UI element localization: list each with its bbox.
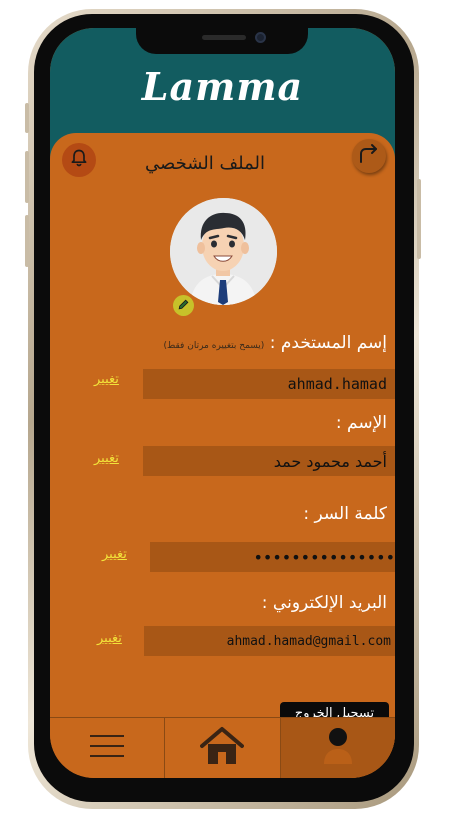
notch	[136, 28, 308, 54]
name-field: أحمد محمود حمد	[143, 446, 395, 476]
home-icon	[200, 726, 245, 770]
password-field: •••••••••••••••	[150, 542, 395, 572]
nav-home[interactable]	[164, 718, 279, 778]
bottom-nav	[50, 717, 395, 778]
email-field: ahmad.hamad@gmail.com	[144, 626, 395, 656]
change-username-link[interactable]: تغيير	[94, 372, 119, 387]
bell-icon	[69, 148, 89, 172]
change-name-link[interactable]: تغيير	[94, 451, 119, 466]
page-title: الملف الشخصي	[145, 153, 265, 174]
nav-menu[interactable]	[50, 718, 164, 778]
username-field: ahmad.hamad	[143, 369, 395, 399]
front-camera	[255, 32, 266, 43]
password-label: كلمة السر :	[303, 504, 387, 524]
exit-arrow-icon	[357, 142, 381, 170]
app-logo: Lamma	[141, 64, 304, 109]
change-email-link[interactable]: تغيير	[97, 631, 122, 646]
mute-switch	[25, 103, 29, 133]
power-button	[417, 179, 421, 259]
edit-avatar-button[interactable]	[173, 295, 194, 316]
username-label-text: إسم المستخدم :	[269, 333, 387, 353]
share-exit-button[interactable]	[352, 139, 386, 173]
email-label: البريد الإلكتروني :	[261, 593, 387, 613]
phone-screen: Lamma الملف الشخصي إسم المستخدم: (يسمح …	[50, 28, 395, 778]
avatar	[170, 198, 277, 305]
volume-up-button	[25, 151, 29, 203]
change-password-link[interactable]: تغيير	[102, 547, 127, 562]
volume-down-button	[25, 215, 29, 267]
earpiece-speaker	[202, 35, 246, 40]
profile-panel: الملف الشخصي إسم المستخدم: (يسمح بتغيير…	[50, 133, 395, 778]
notifications-button[interactable]	[62, 143, 96, 177]
pencil-icon	[177, 296, 190, 315]
profile-icon	[321, 726, 355, 770]
name-label: الإسم :	[335, 413, 387, 433]
menu-icon	[89, 732, 125, 764]
username-label: إسم المستخدم : (يسمح بتغييره مرتان فقط)	[163, 333, 387, 353]
username-hint: (يسمح بتغييره مرتان فقط)	[163, 341, 265, 351]
nav-profile[interactable]	[279, 718, 395, 778]
